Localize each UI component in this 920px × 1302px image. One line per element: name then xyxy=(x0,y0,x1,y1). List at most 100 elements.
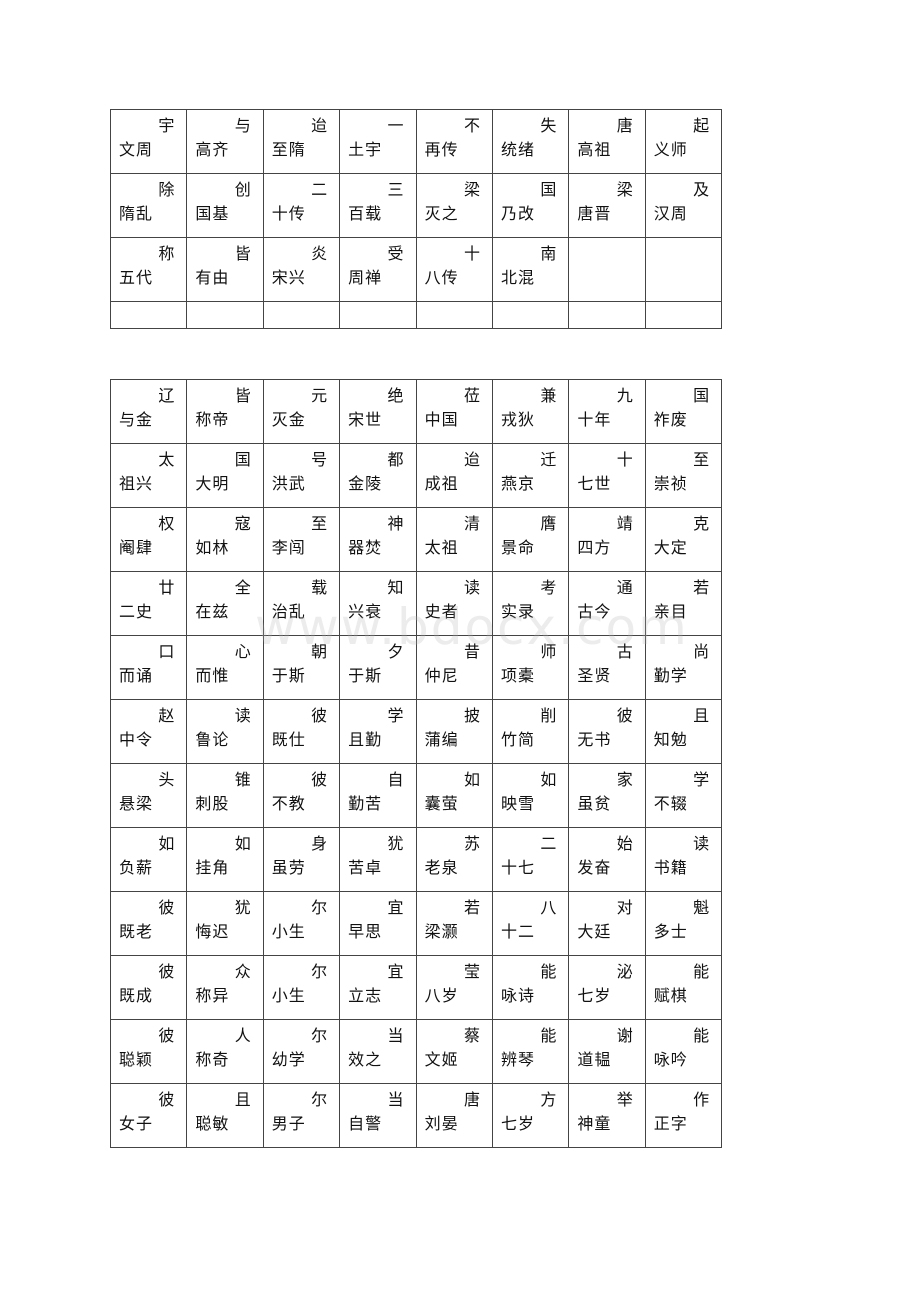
table-cell: 彼既老 xyxy=(109,891,188,956)
table-cell: 太祖兴 xyxy=(109,443,188,508)
cell-rest-chars: 苦卓 xyxy=(348,858,383,877)
table-cell: 如负薪 xyxy=(109,827,188,892)
table-cell: 心而惟 xyxy=(186,635,264,700)
cell-rest-chars: 十年 xyxy=(577,410,612,429)
cell-rest-chars: 文周 xyxy=(119,140,154,159)
table-cell: 读书籍 xyxy=(644,827,723,892)
cell-first-char: 苏 xyxy=(463,834,480,853)
cell-rest-chars: 宋世 xyxy=(348,410,383,429)
cell-first-char: 且 xyxy=(234,1090,251,1109)
table-row: 太祖兴国大明号洪武都金陵迨成祖迁燕京十七世至崇祯 xyxy=(109,443,723,508)
cell-first-char: 知 xyxy=(387,578,404,597)
cell-rest-chars: 汉周 xyxy=(653,204,688,223)
table-cell: 载治乱 xyxy=(262,571,341,636)
table-cell: 国乃改 xyxy=(491,173,570,238)
cell-first-char: 莅 xyxy=(463,386,480,405)
table-row: 除隋乱创国基二十传三百载梁灭之国乃改梁唐晋及汉周 xyxy=(109,173,723,238)
table-cell: 神器焚 xyxy=(339,507,417,572)
table-cell: 尚勤学 xyxy=(644,635,723,700)
cell-first-char: 学 xyxy=(387,706,404,725)
table-cell: 廿二史 xyxy=(109,571,188,636)
cell-first-char: 犹 xyxy=(234,898,251,917)
cell-first-char: 都 xyxy=(387,450,404,469)
table-cell: 一土宇 xyxy=(339,109,417,174)
cell-rest-chars: 崇祯 xyxy=(653,474,688,493)
table-row: 彼既成众称异尔小生宜立志莹八岁能咏诗泌七岁能赋棋 xyxy=(109,955,723,1020)
table-cell: 起义师 xyxy=(644,109,723,174)
cell-first-char: 昔 xyxy=(463,642,480,661)
cell-first-char: 创 xyxy=(234,180,251,199)
cell-first-char: 绝 xyxy=(387,386,404,405)
table-cell: 梁唐晋 xyxy=(568,173,646,238)
table-cell: 清太祖 xyxy=(415,507,493,572)
cell-first-char: 蔡 xyxy=(463,1026,480,1045)
cell-first-char: 披 xyxy=(463,706,480,725)
cell-first-char: 兼 xyxy=(540,386,557,405)
cell-first-char: 迨 xyxy=(311,116,328,135)
cell-first-char: 削 xyxy=(540,706,557,725)
cell-rest-chars: 知勉 xyxy=(653,730,688,749)
table-cell: 迨成祖 xyxy=(415,443,493,508)
cell-first-char: 载 xyxy=(311,578,328,597)
cell-first-char: 学 xyxy=(693,770,710,789)
cell-first-char: 国 xyxy=(693,386,710,405)
table-cell: 读鲁论 xyxy=(186,699,264,764)
table-row: 权阉肆寇如林至李闯神器焚清太祖膺景命靖四方克大定 xyxy=(109,507,723,572)
cell-rest-chars: 文姬 xyxy=(424,1050,459,1069)
cell-first-char: 口 xyxy=(158,642,175,661)
cell-first-char: 元 xyxy=(311,386,328,405)
cell-rest-chars: 既老 xyxy=(119,922,154,941)
cell-rest-chars: 梁灏 xyxy=(424,922,459,941)
table-row: 口而诵心而惟朝于斯夕于斯昔仲尼师项橐古圣贤尚勤学 xyxy=(109,635,723,700)
cell-rest-chars: 发奋 xyxy=(577,858,612,877)
cell-rest-chars: 道韫 xyxy=(577,1050,612,1069)
table-cell: 昔仲尼 xyxy=(415,635,493,700)
table-cell: 家虽贫 xyxy=(568,763,646,828)
table-cell: 至李闯 xyxy=(262,507,341,572)
table-cell: 苏老泉 xyxy=(415,827,493,892)
table-cell: 学且勤 xyxy=(339,699,417,764)
cell-rest-chars: 七世 xyxy=(577,474,612,493)
cell-rest-chars: 唐晋 xyxy=(577,204,612,223)
table-cell: 宜立志 xyxy=(339,955,417,1020)
cell-rest-chars: 百载 xyxy=(348,204,383,223)
table-row: 彼女子且聪敏尔男子当自警唐刘晏方七岁举神童作正字 xyxy=(109,1083,723,1148)
cell-first-char: 当 xyxy=(387,1026,404,1045)
cell-first-char: 克 xyxy=(693,514,710,533)
table-cell: 兼戎狄 xyxy=(491,379,570,444)
table-cell: 如挂角 xyxy=(186,827,264,892)
cell-first-char: 起 xyxy=(693,116,710,135)
table-cell: 彼女子 xyxy=(109,1083,188,1148)
cell-first-char: 能 xyxy=(693,1026,710,1045)
table-cell: 克大定 xyxy=(644,507,723,572)
cell-first-char: 迨 xyxy=(463,450,480,469)
cell-rest-chars: 洪武 xyxy=(271,474,306,493)
table-cell: 作正字 xyxy=(644,1083,723,1148)
table-cell: 如囊萤 xyxy=(415,763,493,828)
cell-rest-chars: 而诵 xyxy=(119,666,154,685)
cell-first-char: 谢 xyxy=(616,1026,633,1045)
cell-first-char: 辽 xyxy=(158,386,175,405)
cell-rest-chars: 称异 xyxy=(195,986,230,1005)
table-cell: 始发奋 xyxy=(568,827,646,892)
cell-rest-chars: 史者 xyxy=(424,602,459,621)
table-cell: 犹悔迟 xyxy=(186,891,264,956)
cell-first-char: 尔 xyxy=(311,1090,328,1109)
cell-rest-chars: 悔迟 xyxy=(195,922,230,941)
table-cell xyxy=(644,237,723,302)
cell-first-char: 心 xyxy=(234,642,251,661)
cell-rest-chars: 灭金 xyxy=(271,410,306,429)
cell-rest-chars: 隋乱 xyxy=(119,204,154,223)
cell-rest-chars: 与金 xyxy=(119,410,154,429)
table-cell: 能赋棋 xyxy=(644,955,723,1020)
cell-rest-chars: 于斯 xyxy=(348,666,383,685)
cell-first-char: 皆 xyxy=(234,244,251,263)
cell-first-char: 靖 xyxy=(616,514,633,533)
cell-rest-chars: 多士 xyxy=(653,922,688,941)
cell-rest-chars: 再传 xyxy=(424,140,459,159)
cell-first-char: 国 xyxy=(540,180,557,199)
table-cell: 能咏吟 xyxy=(644,1019,723,1084)
cell-first-char: 梁 xyxy=(616,180,633,199)
cell-rest-chars: 中国 xyxy=(424,410,459,429)
table-cell: 皆称帝 xyxy=(186,379,264,444)
